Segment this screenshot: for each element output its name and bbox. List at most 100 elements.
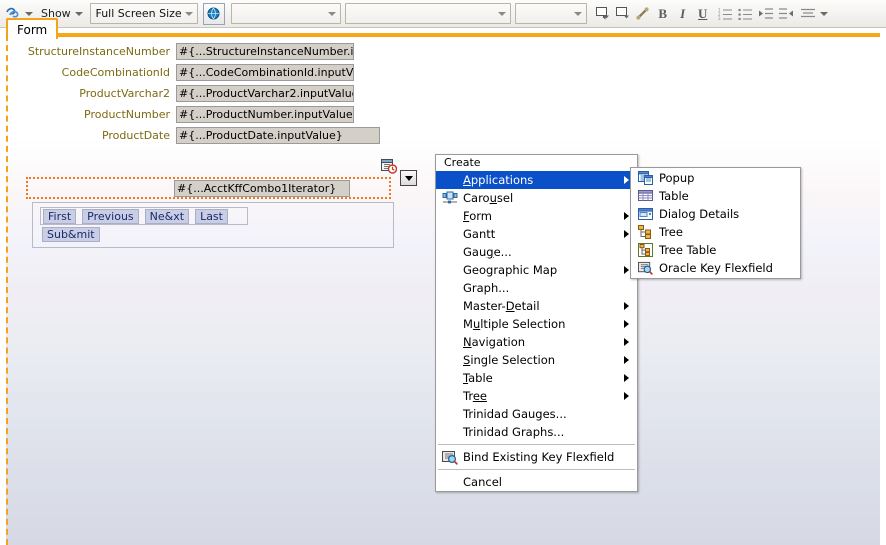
- menu-item-icon-placeholder: [440, 208, 460, 224]
- nav-button[interactable]: Previous: [82, 208, 139, 224]
- menu-item-carousel[interactable]: Carousel: [436, 189, 637, 207]
- nav-button[interactable]: First: [43, 208, 77, 224]
- ordered-list-button[interactable]: 1 2 3: [716, 4, 736, 24]
- context-menu-items: Applications Carousel Form Gantt Gauge... Geo…: [436, 171, 637, 441]
- create-context-menu: Create Applications Carousel Form Gantt Gaug…: [435, 154, 638, 492]
- field-input[interactable]: #{...CodeCombinationId.inputVa: [176, 63, 354, 81]
- field-input[interactable]: #{...ProductNumber.inputValue}: [176, 105, 354, 123]
- link-button[interactable]: [633, 4, 653, 24]
- submenu-item-table[interactable]: Table: [631, 187, 800, 205]
- insert-component-icon: [595, 6, 610, 21]
- form-row: ProductDate #{...ProductDate.inputValue}: [18, 125, 398, 145]
- navigation-button-row: First Previous Ne&xt Last: [40, 207, 248, 225]
- submenu-item-tree-table[interactable]: Tree Table: [631, 241, 800, 259]
- submenu-item-label: Oracle Key Flexfield: [659, 261, 773, 275]
- menu-item-icon-placeholder: [440, 244, 460, 260]
- main-toolbar: Show Full Screen Size B I U 1 2 3: [0, 0, 886, 28]
- chevron-down-icon: [497, 11, 506, 16]
- menu-item-trinidad-graphs[interactable]: Trinidad Graphs...: [436, 423, 637, 441]
- menu-item-label: Tree: [463, 389, 487, 403]
- cancel-icon-placeholder: [440, 474, 460, 490]
- submenu-arrow-icon: [624, 392, 629, 400]
- submenu-arrow-icon: [624, 374, 629, 382]
- key-flexfield-icon: [440, 449, 460, 465]
- menu-item-label: Applications: [463, 173, 534, 187]
- submenu-item-label: Popup: [659, 171, 695, 185]
- menu-item-gantt[interactable]: Gantt: [436, 225, 637, 243]
- menu-item-trinidad-gauges[interactable]: Trinidad Gauges...: [436, 405, 637, 423]
- menu-item-cancel[interactable]: Cancel: [436, 473, 637, 491]
- link-icon: [635, 6, 650, 21]
- svg-text:3: 3: [718, 16, 721, 20]
- toolbar-combo-3[interactable]: [344, 3, 511, 24]
- menu-item-label: Single Selection: [463, 353, 556, 367]
- submenu-item-label: Table: [659, 189, 689, 203]
- nav-button[interactable]: Last: [195, 208, 228, 224]
- outdent-button[interactable]: [776, 4, 796, 24]
- insert-component-button[interactable]: [593, 4, 613, 24]
- menu-item-icon-placeholder: [440, 226, 460, 242]
- menu-item-multiple-selection[interactable]: Multiple Selection: [436, 315, 637, 333]
- form-tab-label: Form: [17, 23, 48, 37]
- kff-iterator-input[interactable]: #{...AcctKffCombo1Iterator}: [174, 180, 350, 197]
- menu-item-tree[interactable]: Tree: [436, 387, 637, 405]
- ordered-list-icon: 1 2 3: [718, 7, 733, 20]
- globe-icon: [207, 7, 220, 20]
- menu-item-label: Navigation: [463, 335, 526, 349]
- submit-button[interactable]: Sub&mit: [42, 227, 100, 242]
- menu-item-master-detail[interactable]: Master-Detail: [436, 297, 637, 315]
- italic-button[interactable]: I: [673, 4, 693, 24]
- submenu-item-oracle-key-flexfield[interactable]: Oracle Key Flexfield: [631, 259, 800, 277]
- carousel-icon: [440, 190, 460, 206]
- toolbar-combo-2[interactable]: [230, 3, 341, 24]
- menu-item-icon-placeholder: [440, 298, 460, 314]
- insert-component-2-button[interactable]: [613, 4, 633, 24]
- submenu-item-dialog-details[interactable]: Dialog Details: [631, 205, 800, 223]
- bold-icon: B: [658, 5, 668, 21]
- menu-item-icon-placeholder: [440, 388, 460, 404]
- menu-item-icon-placeholder: [440, 352, 460, 368]
- field-input[interactable]: #{...StructureInstanceNumber.in: [176, 42, 354, 60]
- submenu-arrow-icon: [624, 212, 629, 220]
- menu-item-bind-label: Bind Existing Key Flexfield: [463, 450, 615, 464]
- unordered-list-button[interactable]: [736, 4, 756, 24]
- field-label: ProductVarchar2: [79, 86, 170, 100]
- menu-item-bind-existing-key-flexfield[interactable]: Bind Existing Key Flexfield: [436, 448, 637, 466]
- menu-item-graph[interactable]: Graph...: [436, 279, 637, 297]
- indent-button[interactable]: [756, 4, 776, 24]
- calendar-clock-icon[interactable]: [381, 158, 397, 174]
- menu-item-label: Graph...: [463, 281, 510, 295]
- menu-item-gauge[interactable]: Gauge...: [436, 243, 637, 261]
- form-tab[interactable]: Form: [6, 18, 59, 39]
- menu-item-geographic-map[interactable]: Geographic Map: [436, 261, 637, 279]
- screen-size-select[interactable]: Full Screen Size: [89, 3, 198, 24]
- align-button[interactable]: [799, 3, 828, 25]
- tree-table-icon: [636, 242, 654, 258]
- bold-button[interactable]: B: [653, 4, 673, 24]
- menu-item-label: Table: [463, 371, 493, 385]
- field-input[interactable]: #{...ProductDate.inputValue}: [176, 126, 380, 144]
- menu-item-icon-placeholder: [440, 406, 460, 422]
- submenu-item-popup[interactable]: Popup: [631, 169, 800, 187]
- field-input[interactable]: #{...ProductVarchar2.inputValue: [176, 84, 354, 102]
- toolbar-combo-4[interactable]: [514, 3, 587, 24]
- dropdown-arrow-button[interactable]: [400, 170, 417, 186]
- context-menu-title: Create: [444, 156, 481, 169]
- underline-icon: U: [697, 5, 708, 21]
- menu-item-form[interactable]: Form: [436, 207, 637, 225]
- screen-size-value: Full Screen Size: [95, 7, 182, 20]
- menu-item-single-selection[interactable]: Single Selection: [436, 351, 637, 369]
- underline-button[interactable]: U: [693, 4, 713, 24]
- menu-separator: [438, 444, 635, 445]
- submenu-item-tree[interactable]: Tree: [631, 223, 800, 241]
- preview-globe-button[interactable]: [202, 2, 225, 25]
- submenu-arrow-icon: [624, 302, 629, 310]
- menu-item-navigation[interactable]: Navigation: [436, 333, 637, 351]
- menu-item-applications[interactable]: Applications: [436, 171, 637, 189]
- field-label: CodeCombinationId: [61, 65, 170, 79]
- nav-button[interactable]: Ne&xt: [144, 208, 190, 224]
- submenu-arrow-icon: [624, 320, 629, 328]
- menu-item-table[interactable]: Table: [436, 369, 637, 387]
- menu-item-label: Master-Detail: [463, 299, 540, 313]
- submenu-item-label: Tree: [659, 225, 683, 239]
